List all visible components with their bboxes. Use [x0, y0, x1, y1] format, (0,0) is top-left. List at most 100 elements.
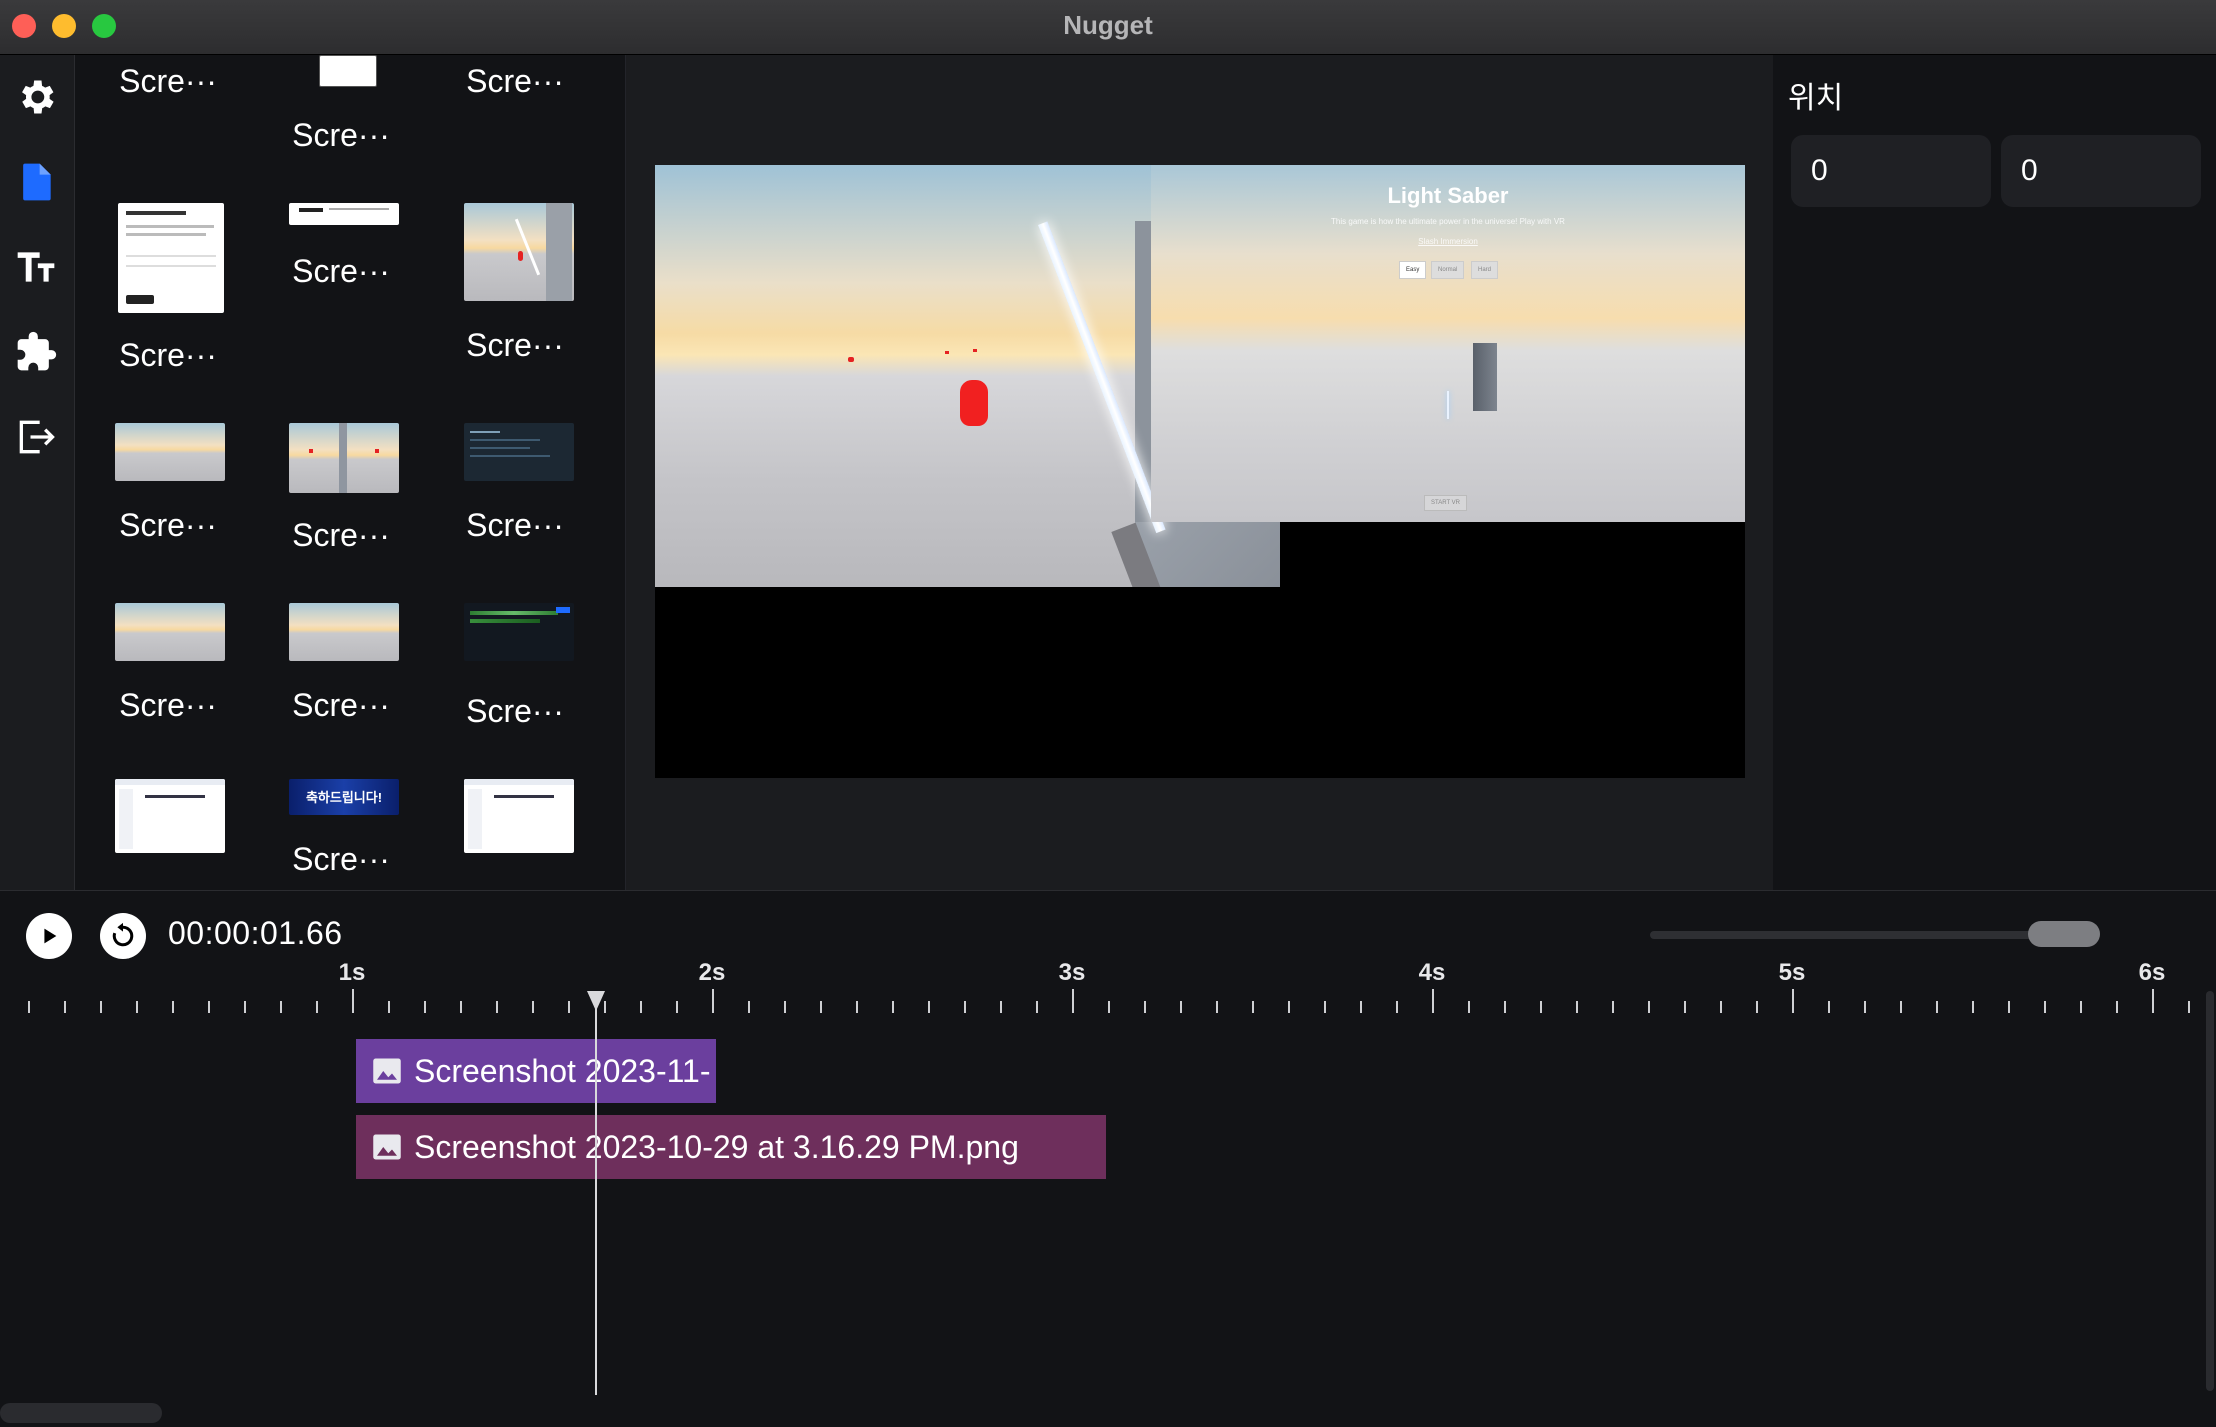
ruler-tick: [964, 1001, 966, 1013]
game-subtitle: This game is how the ultimate power in t…: [1331, 217, 1565, 226]
ruler-tick: [532, 1001, 534, 1013]
library-item-label[interactable]: Scre···: [261, 687, 421, 724]
export-icon[interactable]: [14, 415, 58, 459]
library-thumbnail[interactable]: [464, 423, 574, 481]
ruler-label-1s: 1s: [338, 959, 366, 986]
ruler-tick: [1864, 1001, 1866, 1013]
ruler-tick: [244, 1001, 246, 1013]
timeline-clip[interactable]: Screenshot 2023-11-: [356, 1039, 716, 1103]
library-item-label[interactable]: Scre···: [261, 841, 421, 878]
ruler-tick: [1576, 1001, 1578, 1013]
position-label: 위치: [1788, 82, 1844, 115]
gear-icon[interactable]: [14, 75, 58, 119]
timeline-vertical-scrollbar[interactable]: [2206, 991, 2214, 1391]
ruler-label-2s: 2s: [698, 959, 726, 986]
ruler-tick: [892, 1001, 894, 1013]
restart-icon: [112, 922, 134, 947]
ruler-tick: [496, 1001, 498, 1013]
time-ruler[interactable]: 1s 2s 3s 4s 5s 6s: [0, 959, 2216, 1019]
ruler-tick: [1684, 1001, 1686, 1013]
position-y-input[interactable]: [2001, 135, 2201, 207]
clip-name: Screenshot 2023-11-: [414, 1052, 711, 1089]
timeline-clip[interactable]: Screenshot 2023-10-29 at 3.16.29 PM.png: [356, 1115, 1106, 1179]
ruler-tick: [136, 1001, 138, 1013]
ruler-tick: [1000, 1001, 1002, 1013]
preview-layer-menu[interactable]: Light Saber This game is how the ultimat…: [1151, 165, 1745, 522]
ruler-tick: [1612, 1001, 1614, 1013]
library-item-label[interactable]: Scre···: [435, 507, 595, 544]
library-item-label[interactable]: Scre···: [88, 63, 248, 100]
library-item-label[interactable]: Scre···: [435, 327, 595, 364]
library-item-label[interactable]: Scre···: [261, 253, 421, 290]
ruler-tick: [1756, 1001, 1758, 1013]
media-library: Scre··· Scre··· Scre··· Scre··· Scre··· …: [75, 55, 626, 890]
library-thumbnail[interactable]: [115, 603, 225, 661]
ruler-tick: [1720, 1001, 1722, 1013]
library-thumbnail[interactable]: [115, 423, 225, 481]
tool-rail: [0, 55, 75, 890]
ruler-tick: [2188, 1001, 2190, 1013]
library-thumbnail[interactable]: 축하드립니다!: [289, 779, 399, 815]
puzzle-icon[interactable]: [14, 330, 58, 374]
library-thumbnail[interactable]: [115, 779, 225, 853]
ruler-tick: [1900, 1001, 1902, 1013]
ruler-tick: [1288, 1001, 1290, 1013]
library-item-label[interactable]: Scre···: [435, 63, 595, 100]
library-item-label[interactable]: Scre···: [88, 337, 248, 374]
ruler-tick: [1792, 989, 1794, 1013]
file-icon[interactable]: [14, 160, 58, 204]
library-item-label[interactable]: Scre···: [435, 693, 595, 730]
game-easy-button: Easy: [1399, 261, 1427, 279]
rewind-button[interactable]: [100, 913, 146, 959]
library-thumbnail[interactable]: [464, 203, 574, 301]
ruler-tick: [1432, 989, 1434, 1013]
ruler-tick: [2008, 1001, 2010, 1013]
timecode: 00:00:01.66: [168, 915, 343, 951]
text-icon[interactable]: [14, 245, 58, 289]
ruler-tick: [1108, 1001, 1110, 1013]
ruler-tick: [1036, 1001, 1038, 1013]
banner-text: 축하드립니다!: [305, 790, 383, 805]
ruler-tick: [2152, 989, 2154, 1013]
preview-canvas[interactable]: Light Saber This game is how the ultimat…: [655, 165, 1745, 778]
ruler-tick: [1972, 1001, 1974, 1013]
library-thumbnail[interactable]: [289, 423, 399, 493]
library-thumbnail[interactable]: [464, 603, 574, 661]
zoom-slider-handle[interactable]: [2028, 921, 2100, 947]
library-item-label[interactable]: Scre···: [88, 687, 248, 724]
ruler-tick: [316, 1001, 318, 1013]
library-thumbnail[interactable]: [289, 603, 399, 661]
timeline: 00:00:01.66 1s 2s 3s 4s 5s 6s Screenshot…: [0, 890, 2216, 1427]
play-icon: [44, 928, 57, 944]
ruler-label-6s: 6s: [2138, 959, 2166, 986]
library-thumbnail[interactable]: [289, 203, 399, 225]
ruler-tick: [1828, 1001, 1830, 1013]
library-thumbnail[interactable]: [118, 203, 224, 313]
ruler-tick: [820, 1001, 822, 1013]
ruler-label-5s: 5s: [1778, 959, 1806, 986]
ruler-tick: [28, 1001, 30, 1013]
ruler-tick: [1216, 1001, 1218, 1013]
library-thumbnail[interactable]: [319, 55, 377, 87]
game-title: Light Saber: [1387, 183, 1509, 208]
game-hard-button: Hard: [1471, 261, 1499, 279]
ruler-tick: [712, 989, 714, 1013]
ruler-tick: [1180, 1001, 1182, 1013]
ruler-tick: [1396, 1001, 1398, 1013]
ruler-tick: [352, 989, 354, 1013]
playhead[interactable]: [595, 1005, 597, 1395]
clip-name: Screenshot 2023-10-29 at 3.16.29 PM.png: [414, 1128, 1019, 1165]
position-x-input[interactable]: [1791, 135, 1991, 207]
ruler-tick: [1360, 1001, 1362, 1013]
ruler-tick: [1648, 1001, 1650, 1013]
ruler-tick: [64, 1001, 66, 1013]
library-item-label[interactable]: Scre···: [88, 507, 248, 544]
timeline-horizontal-scrollbar[interactable]: [0, 1403, 162, 1423]
game-link: Slash Immersion: [1418, 237, 1478, 246]
library-item-label[interactable]: Scre···: [261, 117, 421, 154]
library-thumbnail[interactable]: [464, 779, 574, 853]
play-button[interactable]: [26, 913, 72, 959]
library-item-label[interactable]: Scre···: [261, 517, 421, 554]
ruler-tick: [928, 1001, 930, 1013]
ruler-tick: [1252, 1001, 1254, 1013]
